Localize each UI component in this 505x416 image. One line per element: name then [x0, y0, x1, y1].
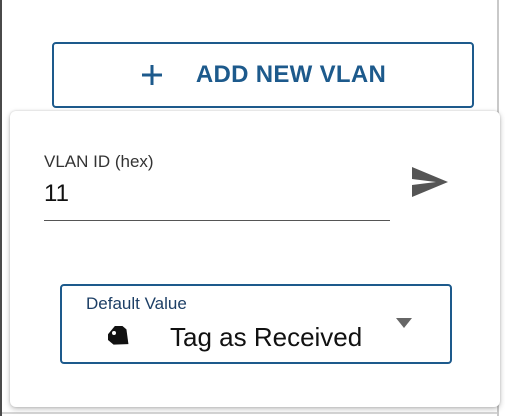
vlan-id-input[interactable]: 11 [44, 180, 69, 208]
bottom-divider [2, 412, 497, 414]
add-new-vlan-label: ADD NEW VLAN [195, 61, 387, 88]
vlan-id-underline [44, 220, 390, 221]
vlan-id-label: VLAN ID (hex) [44, 152, 154, 171]
default-value-selected: Tag as Received [170, 322, 363, 352]
default-value-label: Default Value [86, 294, 187, 313]
add-new-vlan-button[interactable]: ADD NEW VLAN [52, 42, 474, 108]
plus-icon [141, 65, 162, 85]
chevron-down-icon[interactable] [396, 318, 412, 328]
left-divider [0, 0, 2, 416]
vlan-id-field[interactable]: VLAN ID (hex) 11 [44, 150, 390, 224]
tag-icon [108, 326, 129, 345]
send-icon [412, 167, 448, 197]
send-button[interactable] [406, 160, 454, 204]
vlan-panel: ADD NEW VLAN VLAN ID (hex) 11 Default Va… [0, 0, 505, 416]
default-value-select[interactable]: Default Value Tag as Received [60, 284, 452, 364]
